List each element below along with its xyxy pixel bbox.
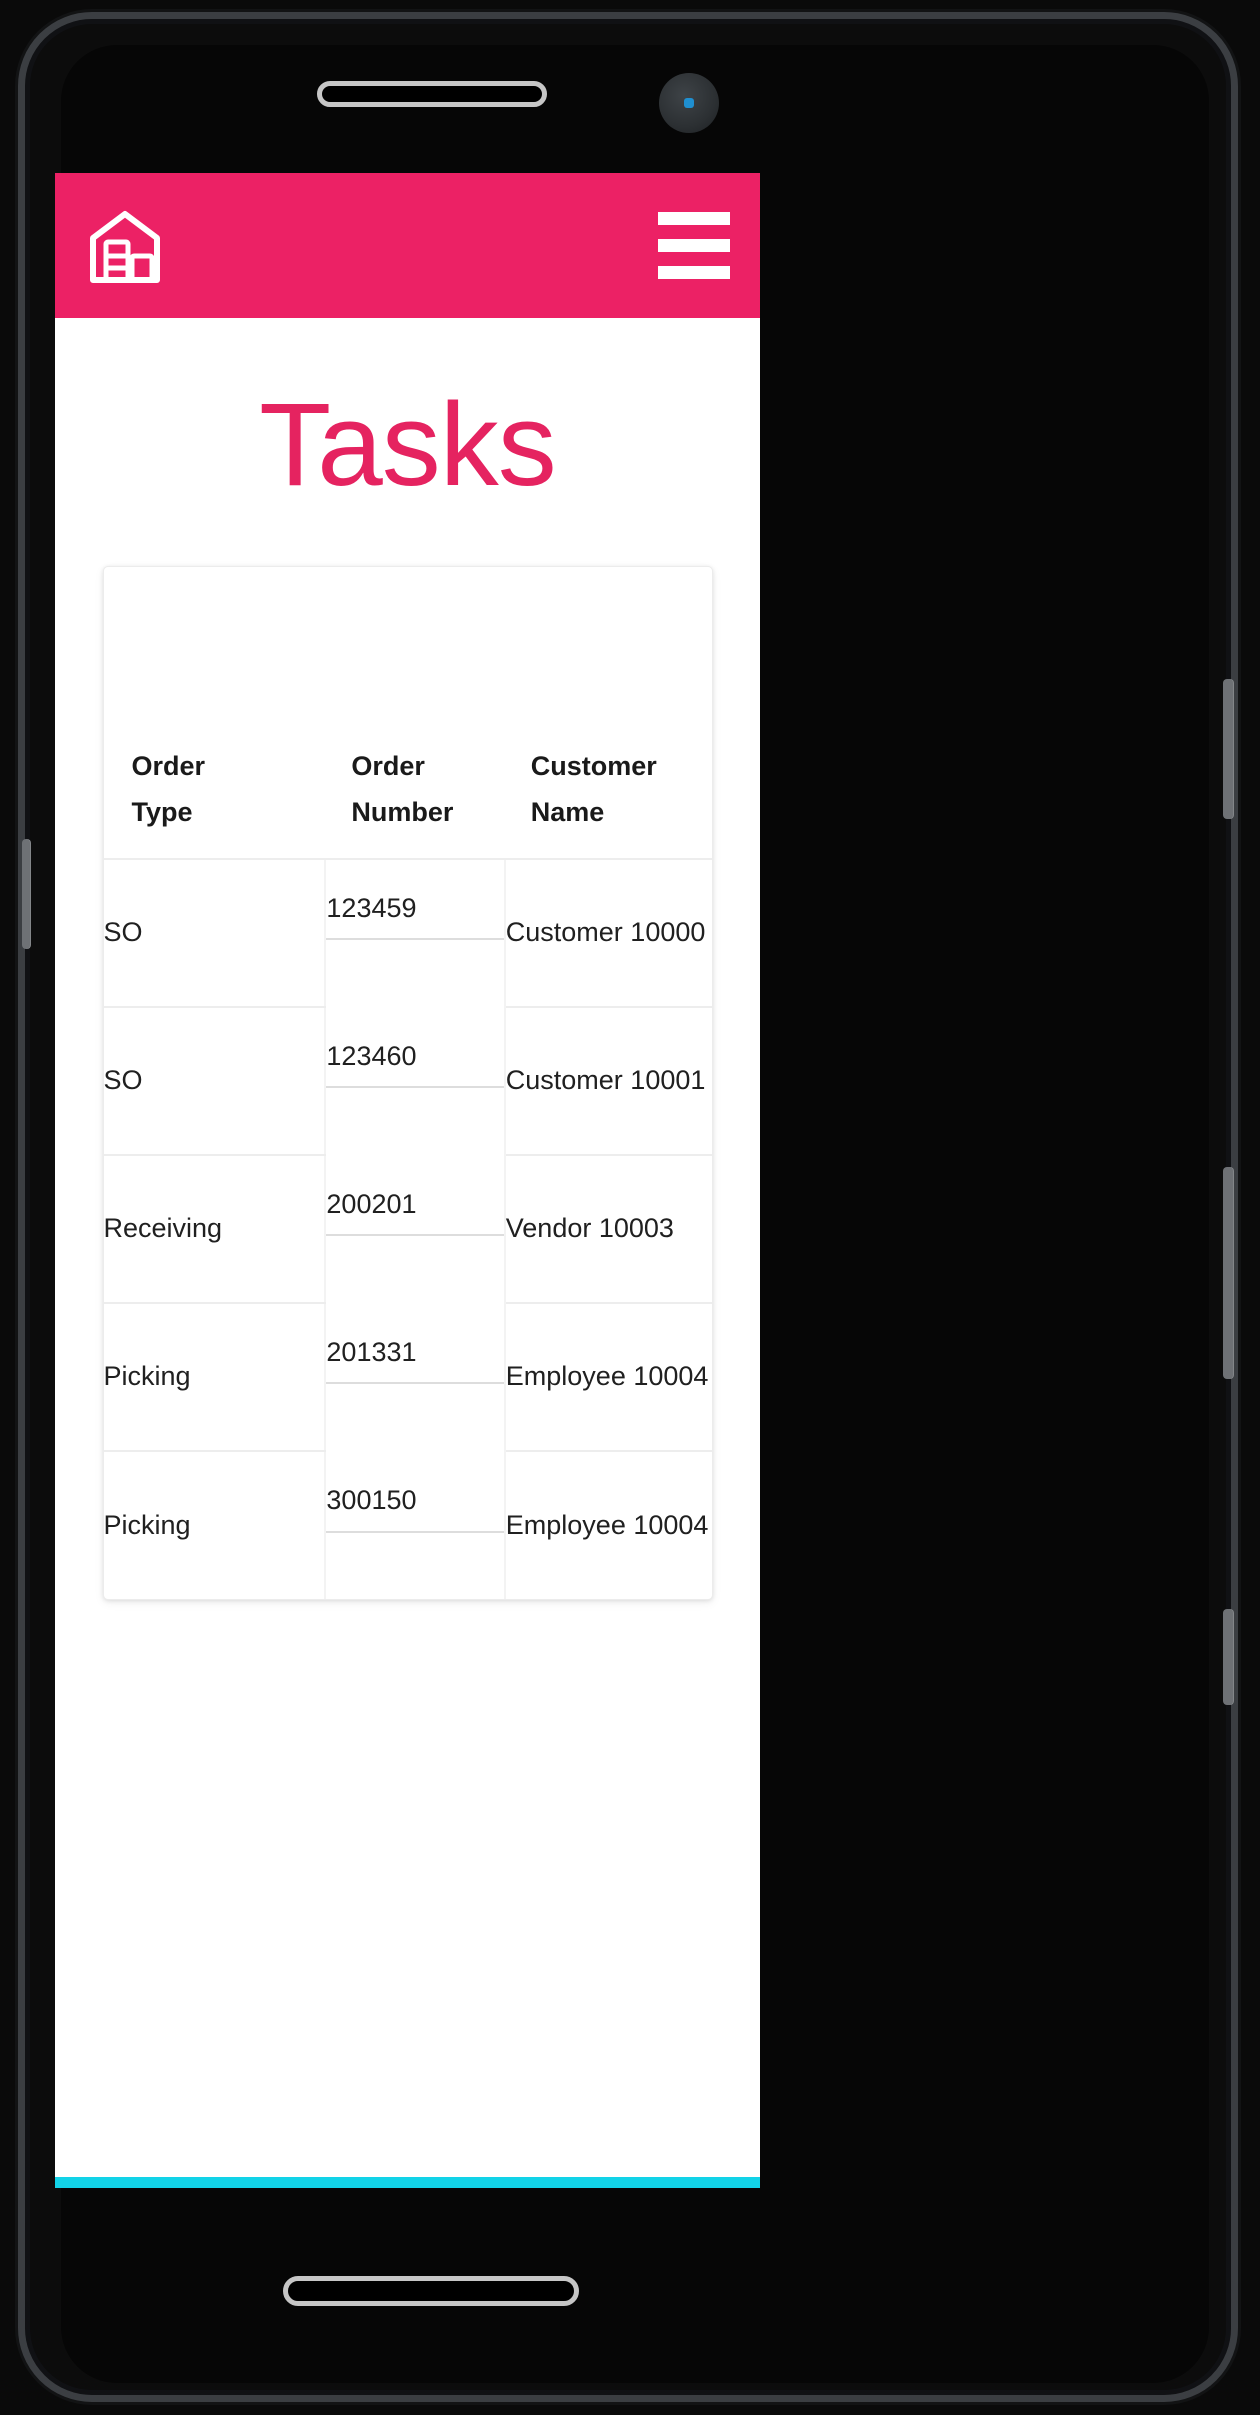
table-row[interactable]: SO 123460 Customer 10001 — [103, 1006, 712, 1156]
column-header-customer-name[interactable]: Customer Name — [504, 739, 712, 860]
secondary-side-button[interactable] — [1223, 1609, 1234, 1705]
column-header-line1: Order — [351, 751, 425, 781]
cell-order-type: Receiving — [103, 1154, 327, 1304]
earpiece-speaker-icon — [317, 81, 547, 107]
front-camera-icon — [659, 73, 719, 133]
cell-customer-name: Vendor 10003 — [504, 1154, 712, 1304]
tasks-card: Order Type Order Number Customer Name SO… — [102, 566, 713, 1600]
hamburger-bar-3 — [658, 266, 730, 279]
volume-button[interactable] — [1223, 679, 1234, 819]
cell-order-number[interactable]: 123459 — [325, 858, 506, 1007]
cell-order-type: Picking — [103, 1302, 327, 1452]
cell-order-number[interactable]: 300150 — [325, 1450, 506, 1599]
column-header-order-number[interactable]: Order Number — [325, 739, 505, 860]
cell-customer-name: Employee 10004 — [504, 1302, 712, 1452]
cell-customer-name: Customer 10000 — [504, 858, 712, 1008]
column-header-line2: Number — [351, 797, 454, 828]
table-row[interactable]: Receiving 200201 Vendor 10003 — [103, 1154, 712, 1304]
order-number-input[interactable]: 300150 — [326, 1484, 504, 1533]
column-header-line2: Name — [530, 797, 605, 828]
app-header — [55, 173, 760, 318]
column-header-line1: Customer — [530, 751, 657, 781]
hamburger-menu-icon[interactable] — [658, 206, 730, 285]
cell-customer-name: Employee 10004 — [505, 1509, 709, 1540]
table-header-row: Order Type Order Number Customer Name — [103, 739, 712, 860]
power-button[interactable] — [1223, 1167, 1234, 1379]
cell-order-type: SO — [103, 1006, 327, 1156]
cell-order-number[interactable]: 123460 — [325, 1006, 506, 1155]
home-indicator-button[interactable] — [283, 2276, 579, 2306]
tasks-table-body: SO 123459 Customer 10000 SO 123460 Custo… — [103, 858, 712, 1599]
table-row[interactable]: SO 123459 Customer 10000 — [103, 858, 712, 1008]
order-number-input[interactable]: 123459 — [326, 892, 504, 941]
app-screen: Tasks Order Type Order Number Customer N… — [55, 173, 760, 2188]
table-row[interactable]: Picking 201331 Employee 10004 — [103, 1302, 712, 1452]
warehouse-logo-icon[interactable] — [85, 206, 165, 286]
column-header-line1: Order — [131, 751, 206, 781]
card-top-spacer — [104, 567, 712, 739]
hamburger-bar-2 — [658, 239, 730, 252]
tasks-table-header: Order Type Order Number Customer Name — [103, 739, 712, 860]
table-row[interactable]: Picking 300150 Employee 10004 — [103, 1450, 712, 1599]
column-header-line2: Type — [131, 797, 193, 828]
cell-order-number[interactable]: 200201 — [325, 1154, 506, 1303]
hamburger-bar-1 — [658, 212, 730, 225]
cell-order-type: SO — [103, 858, 327, 1008]
order-number-input[interactable]: 200201 — [326, 1188, 504, 1237]
screenshot-root: Tasks Order Type Order Number Customer N… — [0, 0, 1260, 2415]
cell-customer-name: Customer 10001 — [504, 1006, 712, 1156]
page-title: Tasks — [259, 379, 557, 511]
order-number-input[interactable]: 201331 — [326, 1336, 504, 1385]
bottom-accent-bar — [55, 2177, 760, 2188]
order-number-input[interactable]: 123460 — [326, 1040, 504, 1089]
sim-tray-button[interactable] — [22, 839, 31, 949]
tasks-table: Order Type Order Number Customer Name SO… — [103, 739, 712, 1599]
cell-order-number[interactable]: 201331 — [325, 1302, 506, 1451]
cell-order-type: Picking — [103, 1450, 327, 1599]
column-header-order-type[interactable]: Order Type — [103, 739, 326, 860]
camera-lens-icon — [684, 98, 694, 108]
